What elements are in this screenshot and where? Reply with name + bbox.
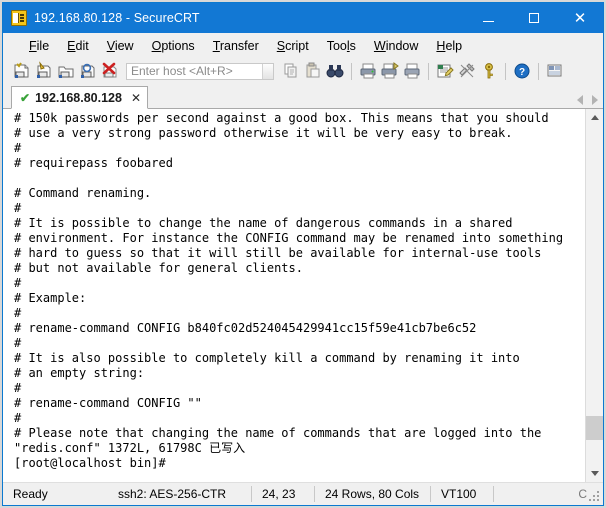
status-ready: Ready bbox=[13, 487, 48, 501]
connect-in-tab-icon[interactable] bbox=[56, 61, 76, 81]
search-input bbox=[127, 64, 262, 78]
menu-bar: File Edit View Options Transfer Script T… bbox=[3, 33, 603, 59]
terminal-line: # hard to guess so that it will still be… bbox=[14, 246, 542, 260]
terminal-area: # 150k passwords per second against a go… bbox=[3, 109, 603, 482]
terminal-line: # bbox=[14, 336, 22, 350]
menu-item-options[interactable]: Options bbox=[143, 36, 204, 56]
terminal-scrollbar[interactable] bbox=[585, 109, 603, 482]
toolbar-separator-3 bbox=[505, 62, 506, 80]
terminal-line: # rename-command CONFIG b840fc02d5240454… bbox=[14, 321, 477, 335]
host-input-wrapper[interactable] bbox=[126, 62, 274, 80]
terminal-line: # requirepass foobared bbox=[14, 156, 173, 170]
tab-bar: ✔ 192.168.80.128 ✕ bbox=[3, 83, 603, 109]
print-selection-icon[interactable] bbox=[380, 61, 400, 81]
menu-item-help[interactable]: Help bbox=[427, 36, 471, 56]
terminal-line: # environment. For instance the CONFIG c… bbox=[14, 231, 564, 245]
tab-label: 192.168.80.128 bbox=[35, 90, 122, 105]
resize-grip-icon[interactable] bbox=[589, 491, 601, 503]
terminal-line: # rename-command CONFIG "" bbox=[14, 396, 202, 410]
scrollbar-track[interactable] bbox=[586, 126, 603, 465]
minimize-icon bbox=[482, 20, 494, 22]
menu-item-transfer[interactable]: Transfer bbox=[204, 36, 268, 56]
terminal-line: # bbox=[14, 201, 22, 215]
terminal-line: # bbox=[14, 276, 22, 290]
terminal-line: # Example: bbox=[14, 291, 87, 305]
securecrt-app-icon bbox=[11, 10, 27, 26]
scroll-down-button[interactable] bbox=[586, 465, 603, 482]
terminal-line: # bbox=[14, 306, 22, 320]
terminal-line: # bbox=[14, 141, 22, 155]
menu-item-window[interactable]: Window bbox=[365, 36, 427, 56]
log-session-icon[interactable] bbox=[435, 61, 455, 81]
terminal-line: # 150k passwords per second against a go… bbox=[14, 111, 549, 125]
terminal-line: # It is also possible to completely kill… bbox=[14, 351, 520, 365]
menu-item-script[interactable]: Script bbox=[268, 36, 318, 56]
terminal-line: # but not available for general clients. bbox=[14, 261, 303, 275]
terminal-line: # Please note that changing the name of … bbox=[14, 426, 542, 440]
status-protocol: ssh2: AES-256-CTR bbox=[118, 487, 227, 501]
copy-icon[interactable] bbox=[281, 61, 301, 81]
menu-item-file[interactable]: File bbox=[20, 36, 58, 56]
toolbar: ? bbox=[3, 59, 603, 83]
close-icon: ✕ bbox=[573, 9, 587, 27]
scroll-up-icon bbox=[590, 115, 599, 120]
quick-connect-icon[interactable] bbox=[78, 61, 98, 81]
securecrt-window: 192.168.80.128 - SecureCRT ✕ File Edit V… bbox=[2, 2, 604, 506]
status-capture: C bbox=[578, 487, 587, 501]
close-button[interactable]: ✕ bbox=[557, 3, 603, 33]
window-controls: ✕ bbox=[465, 3, 603, 33]
tab-navigation bbox=[577, 95, 598, 105]
toolbar-separator-2 bbox=[428, 62, 429, 80]
terminal-output[interactable]: # 150k passwords per second against a go… bbox=[4, 109, 585, 482]
maximize-button[interactable] bbox=[511, 3, 557, 33]
menu-item-tools[interactable]: Tools bbox=[318, 36, 365, 56]
terminal-line: # Command renaming. bbox=[14, 186, 152, 200]
terminal-line: "redis.conf" 1372L, 61798C 已写入 bbox=[14, 441, 246, 455]
paste-icon[interactable] bbox=[303, 61, 323, 81]
status-emulation: VT100 bbox=[441, 487, 477, 501]
print-icon[interactable] bbox=[358, 61, 378, 81]
new-session-icon[interactable] bbox=[12, 61, 32, 81]
scroll-down-icon bbox=[590, 471, 599, 476]
minimize-button[interactable] bbox=[465, 3, 511, 33]
terminal-line: # use a very strong password otherwise i… bbox=[14, 126, 513, 140]
print-screen-icon[interactable] bbox=[402, 61, 422, 81]
status-bar: Ready ssh2: AES-256-CTR 24, 23 24 Rows, … bbox=[3, 482, 603, 505]
title-bar: 192.168.80.128 - SecureCRT ✕ bbox=[3, 3, 603, 33]
terminal-line: # bbox=[14, 381, 22, 395]
session-options-icon[interactable] bbox=[457, 61, 477, 81]
key-icon[interactable] bbox=[479, 61, 499, 81]
status-dimensions: 24 Rows, 80 Cols bbox=[325, 487, 420, 501]
chevron-down-icon[interactable] bbox=[262, 63, 273, 79]
disconnect-icon[interactable] bbox=[100, 61, 120, 81]
status-cursor-position: 24, 23 bbox=[262, 487, 296, 501]
help-icon[interactable]: ? bbox=[512, 61, 532, 81]
svg-text:?: ? bbox=[519, 67, 525, 78]
window-title: 192.168.80.128 - SecureCRT bbox=[34, 11, 200, 25]
toolbar-separator-1 bbox=[351, 62, 352, 80]
tab-scroll-right-icon[interactable] bbox=[592, 95, 598, 105]
terminal-line: [root@localhost bin]# bbox=[14, 456, 166, 470]
tab-scroll-left-icon[interactable] bbox=[577, 95, 583, 105]
menu-item-view[interactable]: View bbox=[98, 36, 143, 56]
maximize-icon bbox=[529, 13, 539, 23]
terminal-line: # bbox=[14, 411, 22, 425]
connect-session-icon[interactable] bbox=[34, 61, 54, 81]
find-icon[interactable] bbox=[325, 61, 345, 81]
tab-192-168-80-128[interactable]: ✔ 192.168.80.128 ✕ bbox=[11, 86, 149, 109]
connected-check-icon: ✔ bbox=[20, 90, 31, 105]
scrollbar-thumb[interactable] bbox=[586, 416, 603, 440]
menu-item-edit[interactable]: Edit bbox=[58, 36, 98, 56]
scroll-up-button[interactable] bbox=[586, 109, 603, 126]
toolbar-separator-4 bbox=[538, 62, 539, 80]
terminal-line: # an empty string: bbox=[14, 366, 145, 380]
terminal-line: # It is possible to change the name of d… bbox=[14, 216, 513, 230]
arrange-windows-icon[interactable] bbox=[545, 61, 565, 81]
tab-close-icon[interactable]: ✕ bbox=[131, 91, 141, 105]
